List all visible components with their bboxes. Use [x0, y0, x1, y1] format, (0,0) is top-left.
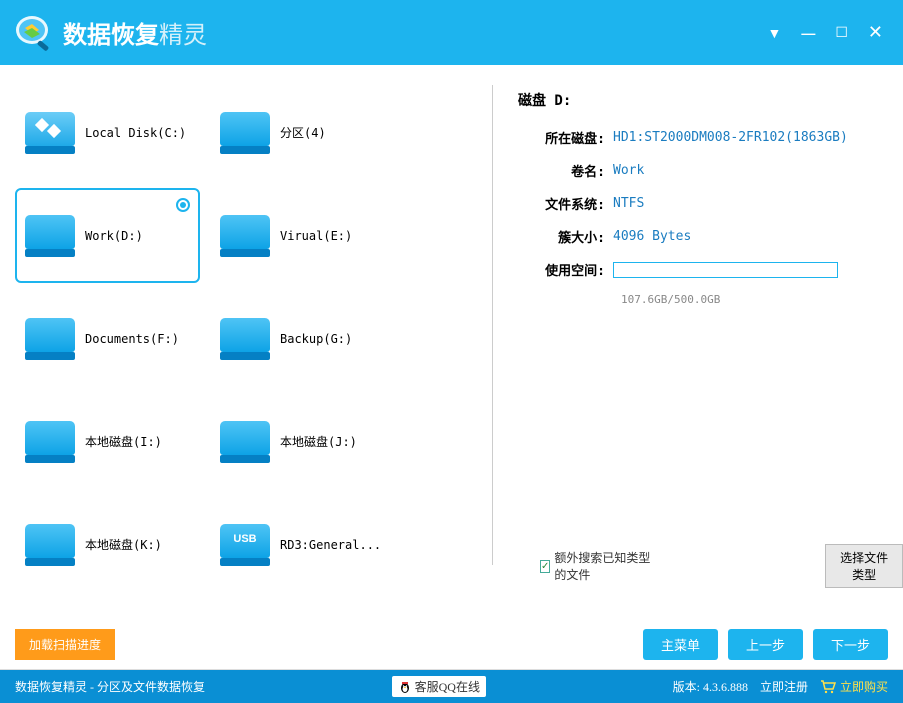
disk-label: Documents(F:) [85, 332, 179, 346]
disk-item[interactable]: 分区(4) [210, 85, 395, 180]
drive-icon [25, 421, 75, 463]
detail-row-fs: 文件系统: NTFS [518, 194, 878, 213]
drive-icon [220, 112, 270, 154]
buy-link[interactable]: 立即购买 [820, 678, 888, 695]
disk-label: Work(D:) [85, 229, 143, 243]
disk-item[interactable]: 本地磁盘(I:) [15, 394, 200, 489]
detail-panel: 磁盘 D: 所在磁盘: HD1:ST2000DM008-2FR102(1863G… [508, 85, 888, 620]
disk-item[interactable]: Local Disk(C:) [15, 85, 200, 180]
disk-label: 本地磁盘(J:) [280, 433, 357, 450]
cart-icon [820, 680, 836, 694]
main-area: Local Disk(C:) 分区(4) Work(D:) Virual(E:) Doc… [0, 65, 903, 620]
qq-support-button[interactable]: 客服QQ在线 [392, 676, 486, 697]
disk-item[interactable]: Virual(E:) [210, 188, 395, 283]
main-menu-button[interactable]: 主菜单 [643, 629, 718, 660]
disk-item[interactable]: USB RD3:General... [210, 497, 395, 592]
prev-button[interactable]: 上一步 [728, 629, 803, 660]
disk-grid: Local Disk(C:) 分区(4) Work(D:) Virual(E:) Doc… [15, 85, 477, 620]
detail-value: HD1:ST2000DM008-2FR102(1863GB) [613, 130, 848, 145]
detail-row-usage: 使用空间: [518, 260, 878, 279]
drive-icon [25, 524, 75, 566]
disk-label: 本地磁盘(K:) [85, 536, 162, 553]
selected-radio-icon [176, 198, 190, 212]
logo-area: 数据恢复精灵 [10, 10, 207, 55]
window-controls: ▼ — ☐ ✕ [767, 22, 893, 43]
detail-row-disk: 所在磁盘: HD1:ST2000DM008-2FR102(1863GB) [518, 128, 878, 147]
drive-icon: USB [220, 524, 270, 566]
detail-value: 4096 Bytes [613, 229, 691, 244]
extra-row: ✓ 额外搜索已知类型的文件 选择文件类型 [540, 544, 903, 588]
disk-item[interactable]: 本地磁盘(K:) [15, 497, 200, 592]
detail-label: 文件系统: [518, 194, 613, 213]
detail-label: 使用空间: [518, 260, 613, 279]
statusbar: 数据恢复精灵 - 分区及文件数据恢复 客服QQ在线 版本: 4.3.6.888 … [0, 670, 903, 703]
disk-label: RD3:General... [280, 538, 381, 552]
minimize-button[interactable]: — [801, 25, 815, 41]
dropdown-icon[interactable]: ▼ [767, 25, 781, 41]
disk-label: 本地磁盘(I:) [85, 433, 162, 450]
detail-label: 卷名: [518, 161, 613, 180]
drive-icon [220, 318, 270, 360]
detail-label: 所在磁盘: [518, 128, 613, 147]
nav-buttons: 主菜单 上一步 下一步 [643, 629, 888, 660]
register-link[interactable]: 立即注册 [760, 678, 808, 695]
checkbox-icon: ✓ [540, 560, 550, 573]
detail-value: Work [613, 163, 644, 178]
detail-row-volume: 卷名: Work [518, 161, 878, 180]
close-button[interactable]: ✕ [868, 22, 883, 43]
detail-value: NTFS [613, 196, 644, 211]
next-button[interactable]: 下一步 [813, 629, 888, 660]
disk-label: Virual(E:) [280, 229, 352, 243]
disk-label: Local Disk(C:) [85, 126, 186, 140]
usage-bar [613, 262, 838, 278]
select-file-type-button[interactable]: 选择文件类型 [825, 544, 903, 588]
button-bar: 加载扫描进度 主菜单 上一步 下一步 [0, 620, 903, 670]
drive-icon [25, 318, 75, 360]
app-logo-icon [10, 10, 55, 55]
status-left-text: 数据恢复精灵 - 分区及文件数据恢复 [15, 678, 205, 695]
load-scan-button[interactable]: 加载扫描进度 [15, 629, 115, 660]
detail-row-cluster: 簇大小: 4096 Bytes [518, 227, 878, 246]
usage-text: 107.6GB/500.0GB [621, 293, 878, 306]
app-name-part2: 精灵 [159, 15, 207, 50]
buy-label: 立即购买 [840, 678, 888, 695]
disk-item[interactable]: 本地磁盘(J:) [210, 394, 395, 489]
detail-label: 簇大小: [518, 227, 613, 246]
app-name: 数据恢复精灵 [63, 15, 207, 50]
detail-title: 磁盘 D: [518, 90, 878, 110]
drive-icon [25, 215, 75, 257]
version-text: 版本: 4.3.6.888 [673, 678, 748, 695]
disk-label: Backup(G:) [280, 332, 352, 346]
disk-item[interactable]: Documents(F:) [15, 291, 200, 386]
drive-icon [25, 112, 75, 154]
drive-icon [220, 215, 270, 257]
titlebar: 数据恢复精灵 ▼ — ☐ ✕ [0, 0, 903, 65]
checkbox-label: 额外搜索已知类型的文件 [554, 549, 655, 583]
disk-label: 分区(4) [280, 124, 326, 141]
status-right: 版本: 4.3.6.888 立即注册 立即购买 [673, 678, 888, 695]
maximize-button[interactable]: ☐ [835, 24, 848, 41]
extra-search-checkbox[interactable]: ✓ 额外搜索已知类型的文件 [540, 549, 655, 583]
app-name-part1: 数据恢复 [63, 15, 159, 50]
qq-penguin-icon [398, 680, 412, 694]
disk-item[interactable]: Work(D:) [15, 188, 200, 283]
qq-label: 客服QQ在线 [415, 678, 480, 695]
drive-icon [220, 421, 270, 463]
disk-item[interactable]: Backup(G:) [210, 291, 395, 386]
vertical-divider [492, 85, 493, 565]
